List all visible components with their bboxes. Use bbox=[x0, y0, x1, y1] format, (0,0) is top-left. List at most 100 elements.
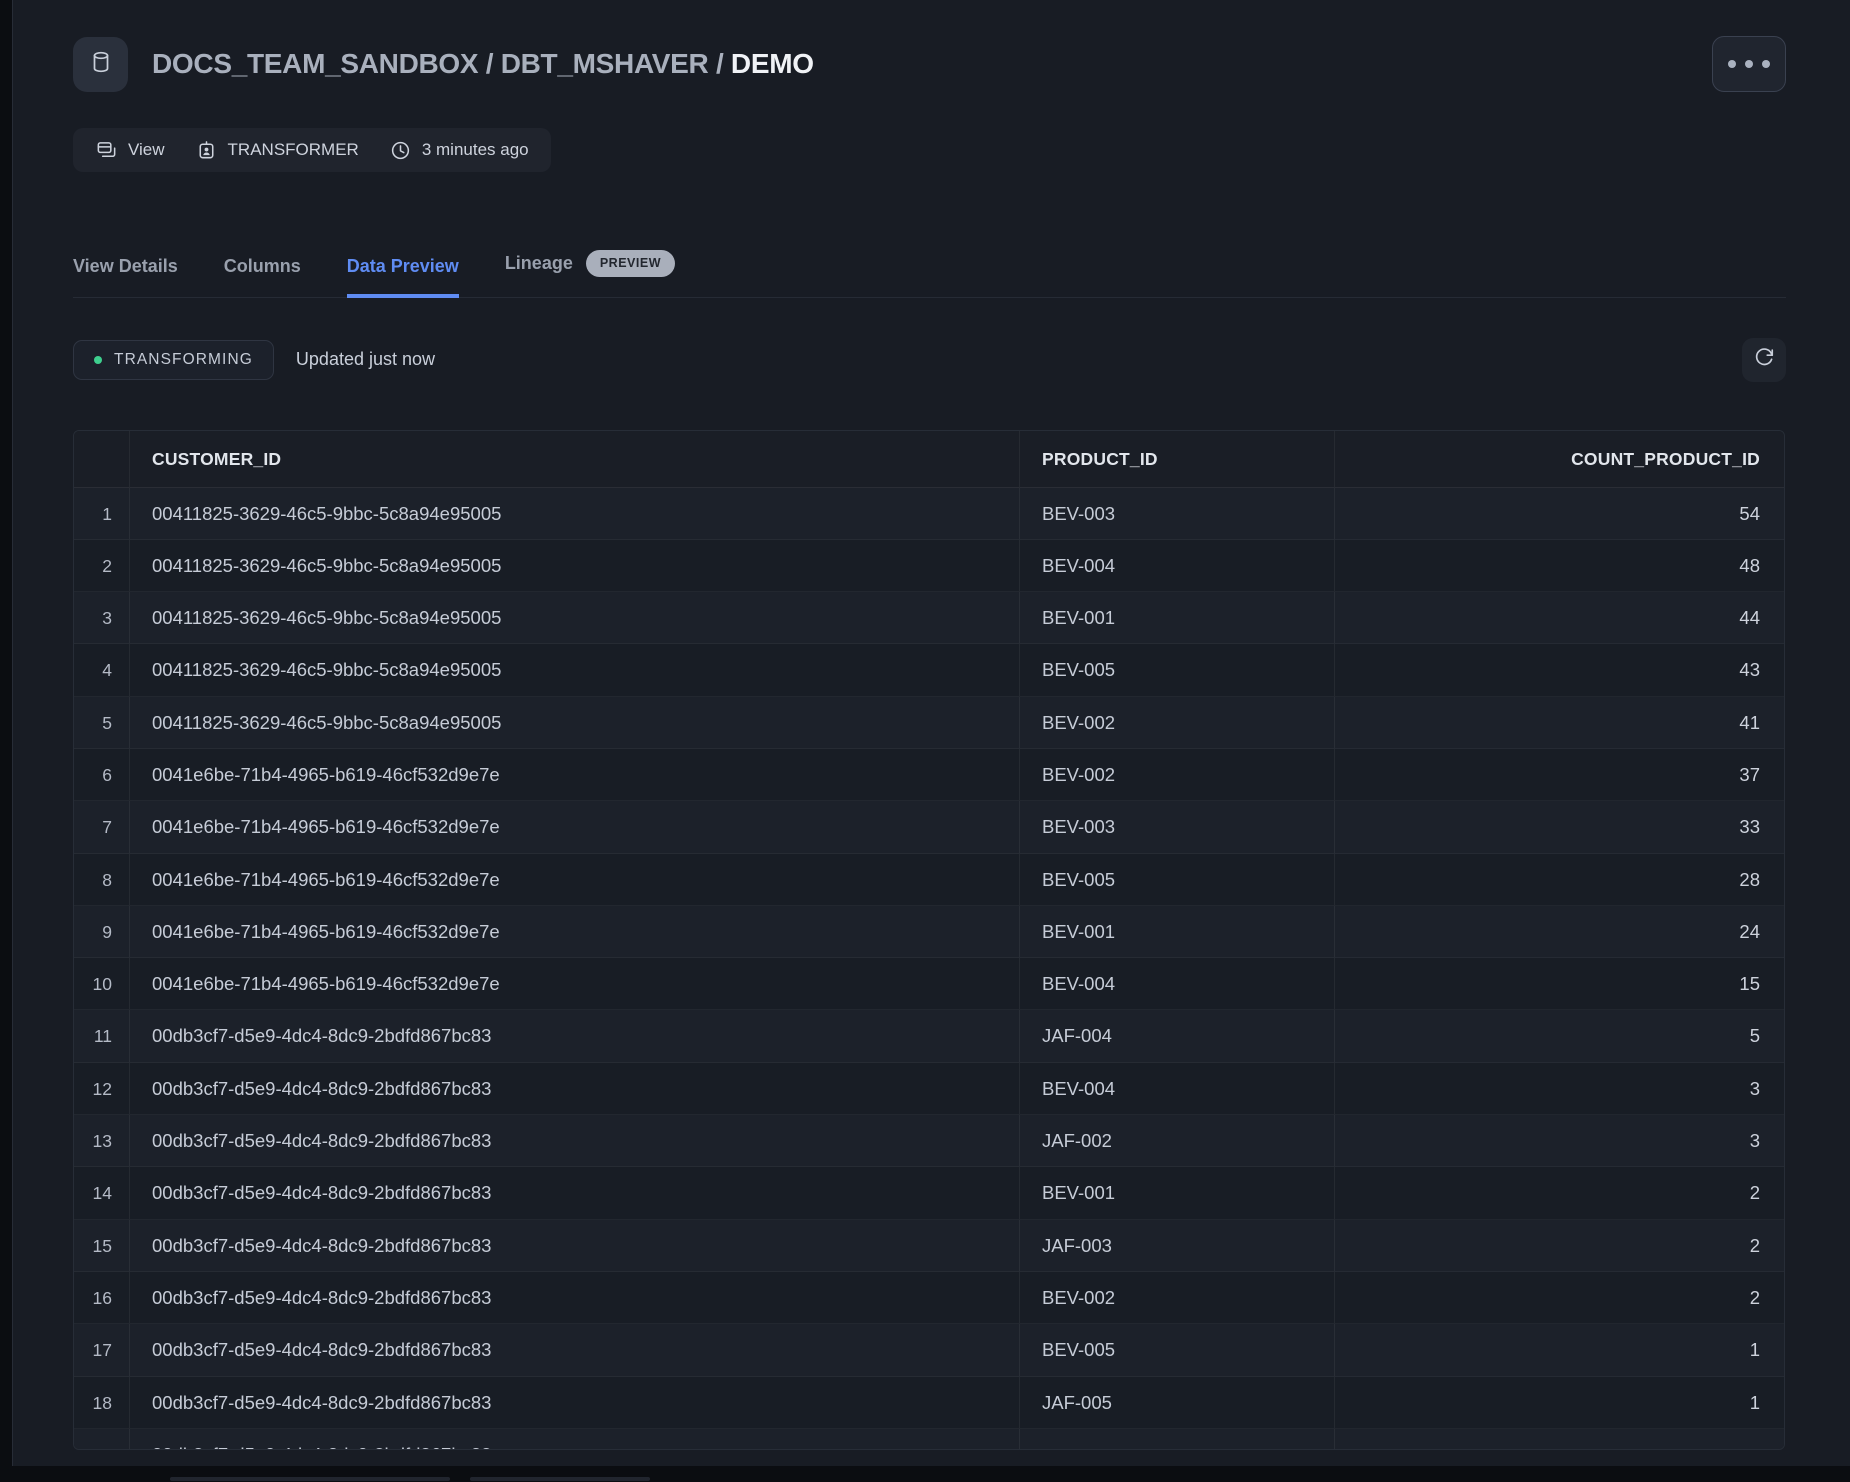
meta-bar: View TRANSFORMER 3 minutes ago bbox=[73, 128, 551, 172]
row-number-cell: 10 bbox=[74, 958, 130, 1010]
row-number-cell: 12 bbox=[74, 1063, 130, 1115]
table-row[interactable]: 18 00db3cf7-d5e9-4dc4-8dc9-2bdfd867bc83 … bbox=[74, 1377, 1784, 1429]
table-row[interactable]: 4 00411825-3629-46c5-9bbc-5c8a94e95005 B… bbox=[74, 644, 1784, 696]
customer-id-cell: 00db3cf7-d5e9-4dc4-8dc9-2bdfd867bc83 bbox=[130, 1272, 1020, 1324]
row-number-header bbox=[74, 431, 130, 488]
table-row[interactable]: 13 00db3cf7-d5e9-4dc4-8dc9-2bdfd867bc83 … bbox=[74, 1115, 1784, 1167]
row-number-cell: 9 bbox=[74, 906, 130, 958]
table-row[interactable]: 15 00db3cf7-d5e9-4dc4-8dc9-2bdfd867bc83 … bbox=[74, 1220, 1784, 1272]
row-number-cell: 17 bbox=[74, 1324, 130, 1376]
product-id-cell: JAF-002 bbox=[1020, 1115, 1335, 1167]
database-chip bbox=[73, 37, 128, 92]
status-badge-label: TRANSFORMING bbox=[114, 351, 253, 369]
table-header-row: CUSTOMER_ID PRODUCT_ID COUNT_PRODUCT_ID bbox=[74, 431, 1784, 488]
clipped-content-artifact bbox=[470, 1477, 650, 1481]
page-title-path: DOCS_TEAM_SANDBOX / DBT_MSHAVER / bbox=[152, 48, 731, 79]
meta-updated-label: 3 minutes ago bbox=[422, 140, 529, 160]
product-id-cell: BEV-003 bbox=[1020, 801, 1335, 853]
table-row[interactable]: 19 00db3cf7-d5e9-4dc4-8dc9-2bdfd867bc83 bbox=[74, 1429, 1784, 1450]
table-row[interactable]: 11 00db3cf7-d5e9-4dc4-8dc9-2bdfd867bc83 … bbox=[74, 1010, 1784, 1062]
table-row[interactable]: 16 00db3cf7-d5e9-4dc4-8dc9-2bdfd867bc83 … bbox=[74, 1272, 1784, 1324]
row-number-cell: 1 bbox=[74, 488, 130, 540]
tab-view-details[interactable]: View Details bbox=[73, 256, 178, 298]
tab-data-preview[interactable]: Data Preview bbox=[347, 256, 459, 298]
count-product-id-cell: 24 bbox=[1335, 906, 1784, 958]
row-number-cell: 15 bbox=[74, 1220, 130, 1272]
column-header-customer-id: CUSTOMER_ID bbox=[130, 431, 1020, 488]
table-row[interactable]: 8 0041e6be-71b4-4965-b619-46cf532d9e7e B… bbox=[74, 854, 1784, 906]
table-row[interactable]: 3 00411825-3629-46c5-9bbc-5c8a94e95005 B… bbox=[74, 592, 1784, 644]
table-body: 1 00411825-3629-46c5-9bbc-5c8a94e95005 B… bbox=[74, 488, 1784, 1450]
table-row[interactable]: 10 0041e6be-71b4-4965-b619-46cf532d9e7e … bbox=[74, 958, 1784, 1010]
count-product-id-cell: 1 bbox=[1335, 1324, 1784, 1376]
product-id-cell: BEV-001 bbox=[1020, 1167, 1335, 1219]
meta-updated: 3 minutes ago bbox=[389, 139, 529, 162]
count-product-id-cell: 48 bbox=[1335, 540, 1784, 592]
product-id-cell: BEV-002 bbox=[1020, 749, 1335, 801]
count-product-id-cell bbox=[1335, 1429, 1784, 1450]
table-row[interactable]: 1 00411825-3629-46c5-9bbc-5c8a94e95005 B… bbox=[74, 488, 1784, 540]
row-number-cell: 18 bbox=[74, 1377, 130, 1429]
tab-lineage-label: Lineage bbox=[505, 253, 573, 274]
product-id-cell: BEV-004 bbox=[1020, 1063, 1335, 1115]
refresh-button[interactable] bbox=[1742, 338, 1786, 382]
object-detail-panel: DOCS_TEAM_SANDBOX / DBT_MSHAVER / DEMO V… bbox=[12, 0, 1850, 1466]
table-row[interactable]: 12 00db3cf7-d5e9-4dc4-8dc9-2bdfd867bc83 … bbox=[74, 1063, 1784, 1115]
more-actions-button[interactable] bbox=[1712, 36, 1786, 92]
count-product-id-cell: 15 bbox=[1335, 958, 1784, 1010]
table-row[interactable]: 17 00db3cf7-d5e9-4dc4-8dc9-2bdfd867bc83 … bbox=[74, 1324, 1784, 1376]
status-dot-icon bbox=[94, 356, 102, 364]
row-number-cell: 14 bbox=[74, 1167, 130, 1219]
customer-id-cell: 00411825-3629-46c5-9bbc-5c8a94e95005 bbox=[130, 540, 1020, 592]
tab-bar: View Details Columns Data Preview Lineag… bbox=[73, 250, 1786, 298]
status-badge: TRANSFORMING bbox=[73, 340, 274, 380]
page-title: DOCS_TEAM_SANDBOX / DBT_MSHAVER / DEMO bbox=[152, 48, 814, 80]
row-number-cell: 8 bbox=[74, 854, 130, 906]
bottom-edge-strip bbox=[0, 1466, 1850, 1482]
count-product-id-cell: 5 bbox=[1335, 1010, 1784, 1062]
count-product-id-cell: 44 bbox=[1335, 592, 1784, 644]
page-header: DOCS_TEAM_SANDBOX / DBT_MSHAVER / DEMO bbox=[73, 36, 1850, 92]
column-header-count-product-id: COUNT_PRODUCT_ID bbox=[1335, 431, 1784, 488]
customer-id-cell: 00db3cf7-d5e9-4dc4-8dc9-2bdfd867bc83 bbox=[130, 1167, 1020, 1219]
customer-id-cell: 00411825-3629-46c5-9bbc-5c8a94e95005 bbox=[130, 592, 1020, 644]
row-number-cell: 3 bbox=[74, 592, 130, 644]
product-id-cell: JAF-003 bbox=[1020, 1220, 1335, 1272]
customer-id-cell: 00411825-3629-46c5-9bbc-5c8a94e95005 bbox=[130, 488, 1020, 540]
customer-id-cell: 0041e6be-71b4-4965-b619-46cf532d9e7e bbox=[130, 906, 1020, 958]
product-id-cell: BEV-001 bbox=[1020, 906, 1335, 958]
table-row[interactable]: 2 00411825-3629-46c5-9bbc-5c8a94e95005 B… bbox=[74, 540, 1784, 592]
count-product-id-cell: 33 bbox=[1335, 801, 1784, 853]
table-row[interactable]: 7 0041e6be-71b4-4965-b619-46cf532d9e7e B… bbox=[74, 801, 1784, 853]
preview-badge: PREVIEW bbox=[586, 250, 675, 277]
count-product-id-cell: 2 bbox=[1335, 1220, 1784, 1272]
count-product-id-cell: 37 bbox=[1335, 749, 1784, 801]
meta-role-label: TRANSFORMER bbox=[228, 140, 359, 160]
table-row[interactable]: 14 00db3cf7-d5e9-4dc4-8dc9-2bdfd867bc83 … bbox=[74, 1167, 1784, 1219]
count-product-id-cell: 28 bbox=[1335, 854, 1784, 906]
table-row[interactable]: 5 00411825-3629-46c5-9bbc-5c8a94e95005 B… bbox=[74, 697, 1784, 749]
product-id-cell: BEV-001 bbox=[1020, 592, 1335, 644]
database-icon bbox=[88, 49, 114, 80]
customer-id-cell: 00db3cf7-d5e9-4dc4-8dc9-2bdfd867bc83 bbox=[130, 1220, 1020, 1272]
product-id-cell: BEV-003 bbox=[1020, 488, 1335, 540]
meta-object-type: View bbox=[95, 139, 165, 162]
row-number-cell: 11 bbox=[74, 1010, 130, 1062]
row-number-cell: 6 bbox=[74, 749, 130, 801]
customer-id-cell: 00db3cf7-d5e9-4dc4-8dc9-2bdfd867bc83 bbox=[130, 1429, 1020, 1450]
table-row[interactable]: 9 0041e6be-71b4-4965-b619-46cf532d9e7e B… bbox=[74, 906, 1784, 958]
product-id-cell: JAF-005 bbox=[1020, 1377, 1335, 1429]
customer-id-cell: 0041e6be-71b4-4965-b619-46cf532d9e7e bbox=[130, 854, 1020, 906]
table-row[interactable]: 6 0041e6be-71b4-4965-b619-46cf532d9e7e B… bbox=[74, 749, 1784, 801]
tab-columns[interactable]: Columns bbox=[224, 256, 301, 298]
customer-id-cell: 0041e6be-71b4-4965-b619-46cf532d9e7e bbox=[130, 749, 1020, 801]
count-product-id-cell: 54 bbox=[1335, 488, 1784, 540]
meta-role: TRANSFORMER bbox=[195, 139, 359, 162]
row-number-cell: 5 bbox=[74, 697, 130, 749]
product-id-cell: BEV-005 bbox=[1020, 1324, 1335, 1376]
customer-id-cell: 00db3cf7-d5e9-4dc4-8dc9-2bdfd867bc83 bbox=[130, 1010, 1020, 1062]
tab-lineage[interactable]: Lineage PREVIEW bbox=[505, 250, 675, 298]
customer-id-cell: 0041e6be-71b4-4965-b619-46cf532d9e7e bbox=[130, 958, 1020, 1010]
ellipsis-icon bbox=[1728, 60, 1770, 68]
clipped-content-artifact bbox=[170, 1477, 450, 1481]
